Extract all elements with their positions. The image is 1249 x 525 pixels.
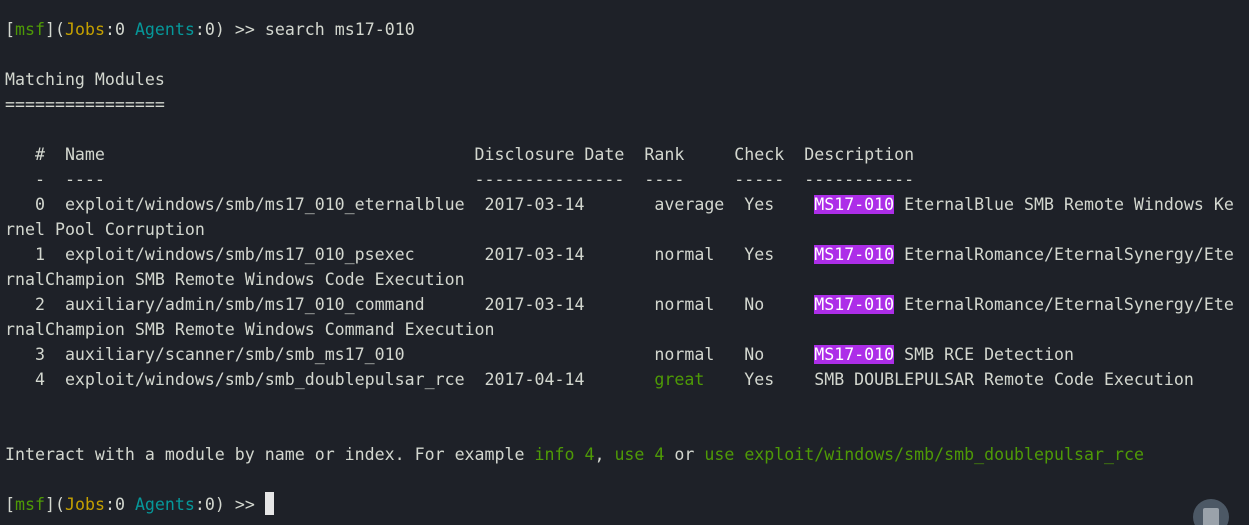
table-row[interactable]: 2 auxiliary/admin/smb/ms17_010_command 2… [5, 292, 1249, 317]
prompt-msf: msf [15, 20, 45, 39]
text-cursor[interactable] [264, 492, 274, 515]
command-text: search ms17-010 [264, 20, 415, 39]
search-highlight: MS17-010 [814, 295, 895, 314]
row-description: Yes SMB DOUBLEPULSAR Remote Code Executi… [704, 370, 1194, 389]
hint-example: info 4 [534, 445, 595, 464]
row-description: EternalBlue SMB Remote Windows Ke [894, 195, 1234, 214]
prompt-sep: : [194, 495, 205, 514]
table-row[interactable]: 4 exploit/windows/smb/smb_doublepulsar_r… [5, 367, 1249, 392]
prompt-bracket: ]( [44, 495, 65, 514]
hint-line: Interact with a module by name or index.… [5, 442, 1249, 467]
row-fields: 0 exploit/windows/smb/ms17_010_eternalbl… [5, 195, 815, 214]
row-fields: 1 exploit/windows/smb/ms17_010_psexec 20… [5, 245, 815, 264]
prompt-bracket: ]( [44, 20, 65, 39]
prompt-tail: ) >> [214, 495, 265, 514]
table-row[interactable]: 0 exploit/windows/smb/ms17_010_eternalbl… [5, 192, 1249, 217]
prompt-bracket: [ [5, 495, 15, 514]
section-heading: Matching Modules [5, 70, 165, 89]
prompt-agents-label: Agents [134, 495, 195, 514]
row-wrap: rnel Pool Corruption [5, 220, 205, 239]
prompt-msf: msf [15, 495, 45, 514]
row-description: SMB RCE Detection [894, 345, 1074, 364]
prompt-line: [msf](Jobs:0 Agents:0) >> search ms17-01… [5, 17, 1249, 42]
row-description: EternalRomance/EternalSynergy/Ete [894, 295, 1234, 314]
section-underline: ================ [5, 95, 165, 114]
prompt-sep: : [104, 495, 115, 514]
prompt-bracket: [ [5, 20, 15, 39]
row-fields: 3 auxiliary/scanner/smb/smb_ms17_010 nor… [5, 345, 815, 364]
hint-example: use exploit/windows/smb/smb_doublepulsar… [704, 445, 1144, 464]
prompt-agents-label: Agents [134, 20, 195, 39]
prompt-agents-value: 0 [204, 20, 215, 39]
prompt-jobs-value: 0 [114, 20, 125, 39]
prompt-sep: : [104, 20, 115, 39]
row-fields: 4 exploit/windows/smb/smb_doublepulsar_r… [5, 370, 655, 389]
table-divider: - ---- --------------- ---- ----- ------… [5, 170, 915, 189]
table-row[interactable]: 1 exploit/windows/smb/ms17_010_psexec 20… [5, 242, 1249, 267]
row-wrap: rnalChampion SMB Remote Windows Code Exe… [5, 270, 465, 289]
prompt-sep: : [194, 20, 205, 39]
prompt-line-active[interactable]: [msf](Jobs:0 Agents:0) >> [5, 492, 1249, 517]
hint-text: Interact with a module by name or index.… [5, 445, 535, 464]
search-highlight: MS17-010 [814, 345, 895, 364]
hint-example: use 4 [614, 445, 665, 464]
table-header: # Name Disclosure Date Rank Check Descri… [5, 145, 915, 164]
prompt-agents-value: 0 [204, 495, 215, 514]
hint-sep: , [594, 445, 615, 464]
terminal-window[interactable]: [msf](Jobs:0 Agents:0) >> search ms17-01… [0, 0, 1249, 525]
search-highlight: MS17-010 [814, 245, 895, 264]
row-description: EternalRomance/EternalSynergy/Ete [894, 245, 1234, 264]
prompt-jobs-label: Jobs [64, 20, 105, 39]
table-row[interactable]: 3 auxiliary/scanner/smb/smb_ms17_010 nor… [5, 342, 1249, 367]
rank-great: great [654, 370, 705, 389]
prompt-tail: ) >> [214, 20, 265, 39]
row-fields: 2 auxiliary/admin/smb/ms17_010_command 2… [5, 295, 815, 314]
prompt-jobs-value: 0 [114, 495, 125, 514]
prompt-jobs-label: Jobs [64, 495, 105, 514]
hint-sep: or [664, 445, 705, 464]
row-wrap: rnalChampion SMB Remote Windows Command … [5, 320, 495, 339]
search-highlight: MS17-010 [814, 195, 895, 214]
